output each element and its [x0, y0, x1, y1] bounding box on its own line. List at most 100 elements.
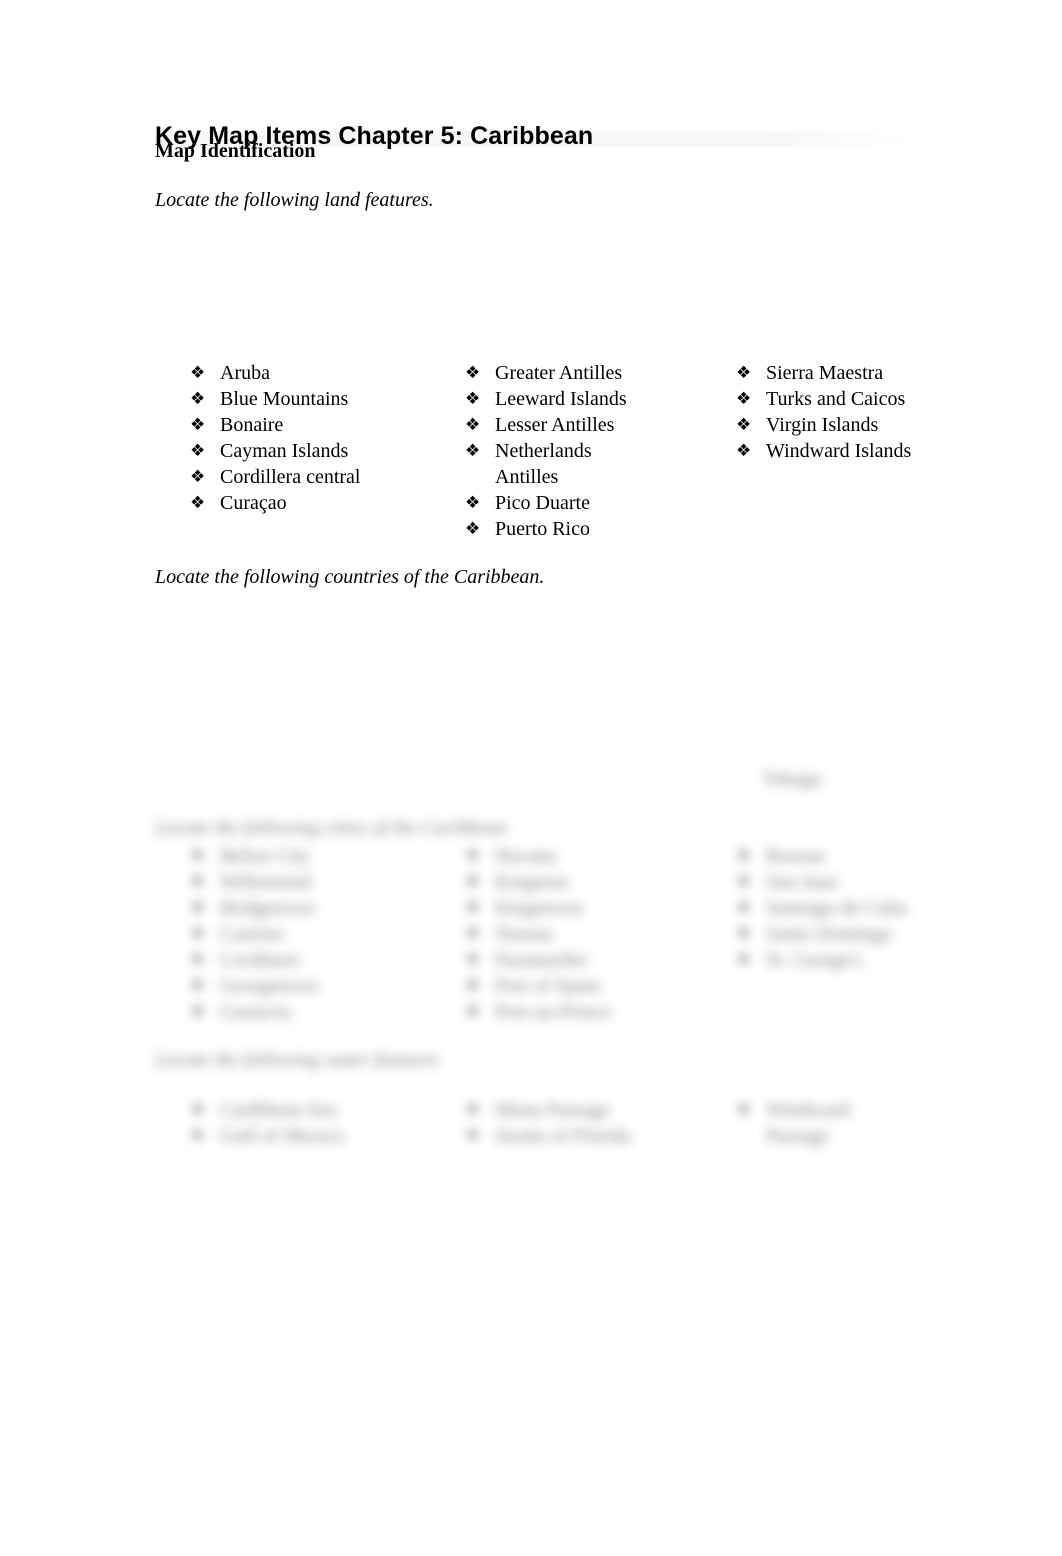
- instruction-cities: Locate the following cities of the Carib…: [155, 816, 507, 840]
- diamond-bullet-icon: ❖: [465, 924, 481, 944]
- list-item: ❖ Kingston: [465, 869, 715, 895]
- diamond-bullet-icon: ❖: [736, 898, 752, 918]
- list-item: ❖ Leeward Islands: [465, 386, 715, 412]
- bullet-list: ❖ Belize City ❖ Willemstad ❖ Bridgetown …: [190, 843, 440, 1025]
- diamond-bullet-icon: ❖: [736, 924, 752, 944]
- list-item-label: Windward Islands: [766, 440, 912, 462]
- list-item-label: Havana: [495, 845, 557, 867]
- list-item: ❖ Virgin Islands: [736, 412, 986, 438]
- list-item-label: Puerto Rico: [495, 518, 590, 540]
- list-item-label: Santo Domingo: [766, 923, 893, 945]
- list-item-label: Belize City: [220, 845, 311, 867]
- list-item-label: Roseau: [766, 845, 825, 867]
- diamond-bullet-icon: ❖: [465, 1100, 481, 1120]
- instruction-label: Locate the following water features: [155, 1049, 439, 1071]
- bullet-list: ❖ Mona Passage ❖ Straits of Florida: [465, 1097, 695, 1149]
- list-item: ❖ Bridgetown: [190, 895, 440, 921]
- list-item: ❖ Georgetown: [190, 973, 440, 999]
- diamond-bullet-icon: ❖: [465, 1002, 481, 1022]
- bullet-list: ❖ Greater Antilles ❖ Leeward Islands ❖ L…: [465, 360, 715, 542]
- list-item-label: Cockburn: [220, 949, 299, 971]
- list-item: ❖ Port of Spain: [465, 973, 715, 999]
- diamond-bullet-icon: ❖: [736, 1100, 752, 1120]
- waterways-column-2: ❖ Mona Passage ❖ Straits of Florida: [465, 1097, 695, 1149]
- diamond-bullet-icon: ❖: [190, 1100, 206, 1120]
- list-item-label: Windward Passage: [766, 1099, 850, 1147]
- diamond-bullet-icon: ❖: [190, 389, 206, 409]
- bullet-list: ❖ Aruba ❖ Blue Mountains ❖ Bonaire ❖ Cay…: [190, 360, 440, 516]
- list-item: ❖ Willemstad: [190, 869, 440, 895]
- diamond-bullet-icon: ❖: [190, 415, 206, 435]
- list-item-label: Pico Duarte: [495, 492, 590, 514]
- list-item-label: Kingston: [495, 871, 569, 893]
- diamond-bullet-icon: ❖: [736, 441, 752, 461]
- list-item: ❖ Lesser Antilles: [465, 412, 715, 438]
- list-item-label: Willemstad: [220, 871, 312, 893]
- list-item: ❖ Havana: [465, 843, 715, 869]
- diamond-bullet-icon: ❖: [190, 363, 206, 383]
- list-item: ❖ Netherlands Antilles: [465, 438, 715, 490]
- list-item: ❖ Turks and Caicos: [736, 386, 986, 412]
- bullet-list: ❖ Caribbean Sea ❖ Gulf of Mexico: [190, 1097, 420, 1149]
- list-item-label: Tobago: [762, 768, 822, 790]
- instruction-label: Locate the following cities of the Carib…: [155, 817, 508, 839]
- list-item-label: Nassau: [495, 923, 553, 945]
- list-item: ❖ Paramaribo: [465, 947, 715, 973]
- list-item: ❖ Kingstown: [465, 895, 715, 921]
- diamond-bullet-icon: ❖: [190, 493, 206, 513]
- countries-list-tail-column-3: Tobago: [762, 766, 962, 792]
- list-item: ❖ Aruba: [190, 360, 440, 386]
- list-item-label: Cayman Islands: [220, 440, 349, 462]
- list-item-label: Aruba: [220, 362, 270, 384]
- list-item: ❖ Gulf of Mexico: [190, 1123, 420, 1149]
- list-item: ❖ Bonaire: [190, 412, 440, 438]
- cities-column-1: ❖ Belize City ❖ Willemstad ❖ Bridgetown …: [190, 843, 440, 1025]
- list-item-label: St. George's: [766, 949, 863, 971]
- diamond-bullet-icon: ❖: [190, 846, 206, 866]
- list-item-label: Paramaribo: [495, 949, 588, 971]
- diamond-bullet-icon: ❖: [190, 441, 206, 461]
- diamond-bullet-icon: ❖: [736, 389, 752, 409]
- diamond-bullet-icon: ❖: [736, 846, 752, 866]
- list-item-label: Caribbean Sea: [220, 1099, 337, 1121]
- land-features-column-2: ❖ Greater Antilles ❖ Leeward Islands ❖ L…: [465, 360, 715, 542]
- list-item: ❖ Pico Duarte: [465, 490, 715, 516]
- list-item: ❖ Curaçao: [190, 490, 440, 516]
- list-item: ❖ Gustavia: [190, 999, 440, 1025]
- diamond-bullet-icon: ❖: [190, 898, 206, 918]
- list-item-label: Mona Passage: [495, 1099, 610, 1121]
- land-features-column-1: ❖ Aruba ❖ Blue Mountains ❖ Bonaire ❖ Cay…: [190, 360, 440, 516]
- diamond-bullet-icon: ❖: [465, 1126, 481, 1146]
- section-heading-map-identification: Map Identification: [155, 140, 316, 162]
- list-item: ❖ St. George's: [736, 947, 986, 973]
- diamond-bullet-icon: ❖: [465, 872, 481, 892]
- diamond-bullet-icon: ❖: [736, 363, 752, 383]
- list-item: ❖ Greater Antilles: [465, 360, 715, 386]
- list-item-label: Port of Spain: [495, 975, 601, 997]
- list-item: ❖ Cayman Islands: [190, 438, 440, 464]
- diamond-bullet-icon: ❖: [736, 872, 752, 892]
- list-item-label: Gustavia: [220, 1001, 292, 1023]
- list-item-label: Leeward Islands: [495, 388, 627, 410]
- diamond-bullet-icon: ❖: [465, 363, 481, 383]
- list-item-label: Georgetown: [220, 975, 319, 997]
- diamond-bullet-icon: ❖: [465, 950, 481, 970]
- waterways-column-1: ❖ Caribbean Sea ❖ Gulf of Mexico: [190, 1097, 420, 1149]
- list-item: ❖ Windward Passage: [736, 1097, 886, 1149]
- list-item: ❖ Roseau: [736, 843, 986, 869]
- diamond-bullet-icon: ❖: [190, 467, 206, 487]
- list-item-label: Castries: [220, 923, 285, 945]
- list-item: ❖ Belize City: [190, 843, 440, 869]
- list-item-label: Bridgetown: [220, 897, 315, 919]
- diamond-bullet-icon: ❖: [465, 493, 481, 513]
- bullet-list: ❖ Windward Passage: [736, 1097, 886, 1149]
- diamond-bullet-icon: ❖: [190, 976, 206, 996]
- list-item-label: Bonaire: [220, 414, 284, 436]
- list-item: ❖ Blue Mountains: [190, 386, 440, 412]
- list-item-label: Port-au-Prince: [495, 1001, 612, 1023]
- bullet-list: ❖ Havana ❖ Kingston ❖ Kingstown ❖ Nassau…: [465, 843, 715, 1025]
- list-item: ❖ Cordillera central: [190, 464, 440, 490]
- list-item-label: Sierra Maestra: [766, 362, 884, 384]
- list-item-label: San Juan: [766, 871, 838, 893]
- diamond-bullet-icon: ❖: [190, 924, 206, 944]
